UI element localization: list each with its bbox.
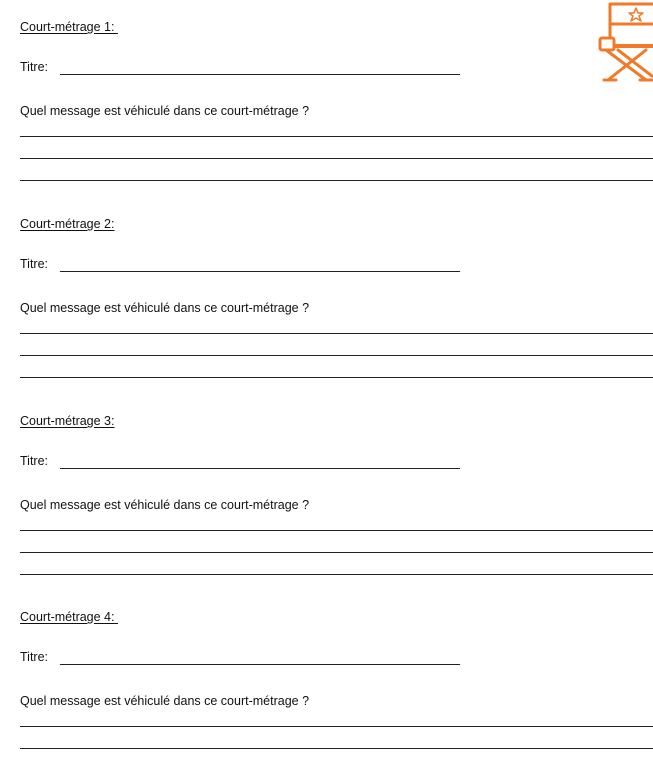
answer-line[interactable]	[20, 158, 653, 159]
question-text: Quel message est véhiculé dans ce court-…	[20, 694, 310, 708]
answer-line[interactable]	[20, 136, 653, 137]
section-heading: Court-métrage 3:	[20, 414, 115, 428]
title-label: Titre:	[20, 60, 49, 74]
answer-line[interactable]	[20, 530, 653, 531]
question-text: Quel message est véhiculé dans ce court-…	[20, 498, 310, 512]
section-heading: Court-métrage 4:	[20, 610, 118, 624]
answer-line[interactable]	[20, 574, 653, 575]
title-answer-line[interactable]	[60, 468, 460, 469]
answer-line[interactable]	[20, 748, 653, 749]
title-answer-line[interactable]	[60, 664, 460, 665]
answer-line[interactable]	[20, 552, 653, 553]
question-text: Quel message est véhiculé dans ce court-…	[20, 104, 310, 118]
title-label: Titre:	[20, 454, 49, 468]
question-text: Quel message est véhiculé dans ce court-…	[20, 301, 310, 315]
answer-line[interactable]	[20, 333, 653, 334]
director-chair-icon	[598, 2, 653, 82]
answer-line[interactable]	[20, 377, 653, 378]
title-label: Titre:	[20, 650, 49, 664]
title-answer-line[interactable]	[60, 74, 460, 75]
section-heading: Court-métrage 1:	[20, 20, 118, 34]
answer-line[interactable]	[20, 180, 653, 181]
answer-line[interactable]	[20, 726, 653, 727]
title-answer-line[interactable]	[60, 271, 460, 272]
answer-line[interactable]	[20, 355, 653, 356]
title-label: Titre:	[20, 257, 49, 271]
section-heading: Court-métrage 2:	[20, 217, 115, 231]
